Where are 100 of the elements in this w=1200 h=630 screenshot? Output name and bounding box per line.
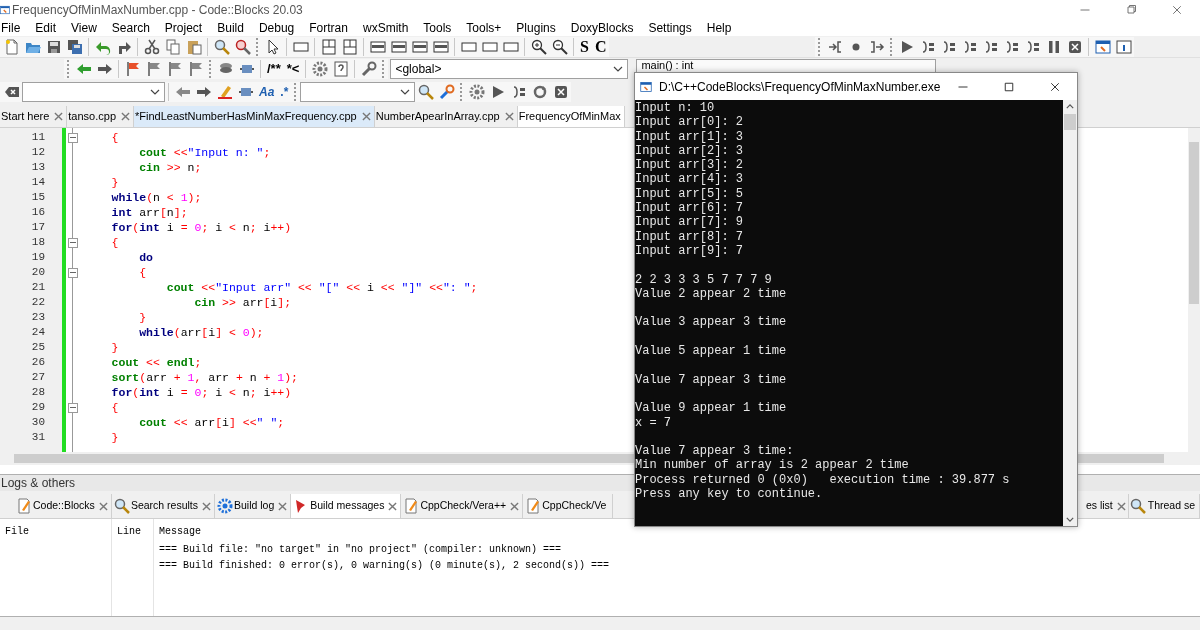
style-button[interactable]: C <box>591 36 610 57</box>
stop-icon[interactable] <box>1066 38 1083 55</box>
panel-icon[interactable] <box>390 38 407 55</box>
stop-icon[interactable] <box>552 84 569 100</box>
panel-icon[interactable] <box>369 38 386 55</box>
fold-toggle[interactable] <box>68 267 78 278</box>
match-case-button[interactable]: Aa <box>256 82 278 102</box>
symbol-dropdown[interactable] <box>300 82 416 102</box>
code-line: int arr[n]; <box>110 205 188 220</box>
bookmark-icon[interactable] <box>187 61 204 77</box>
wrench-icon[interactable] <box>360 61 377 77</box>
clear-icon[interactable] <box>3 84 20 100</box>
paste-icon[interactable] <box>185 38 202 55</box>
back-icon[interactable] <box>174 84 191 100</box>
menu-item[interactable]: Build <box>217 21 244 35</box>
save-all-icon[interactable] <box>66 38 83 55</box>
panel-tab[interactable]: Build log <box>215 494 292 518</box>
find-icon[interactable] <box>213 38 230 55</box>
fold-toggle[interactable] <box>68 237 78 248</box>
menu-item[interactable]: Settings <box>648 21 692 35</box>
code-line: do <box>138 250 153 265</box>
menu-item[interactable]: Help <box>706 21 732 35</box>
menu-item[interactable]: Search <box>111 21 150 35</box>
menu-item[interactable]: File <box>1 21 21 35</box>
bookmark-icon[interactable] <box>166 61 183 77</box>
panel-tab[interactable]: Search results <box>111 494 215 518</box>
line-number: 27 <box>30 370 46 385</box>
step-back-icon[interactable] <box>826 38 843 55</box>
panel-tab[interactable]: Build messages <box>291 494 402 518</box>
scroll-thumb[interactable] <box>1189 142 1199 304</box>
comment-button[interactable]: /** <box>264 59 284 79</box>
panel-icon[interactable] <box>432 38 449 55</box>
style-button[interactable]: S <box>577 36 592 57</box>
panel-tab[interactable]: Thread se <box>1128 494 1200 518</box>
zoom-out-icon[interactable] <box>551 38 568 55</box>
scope-dropdown[interactable]: <global> <box>390 59 629 79</box>
menu-item[interactable]: Edit <box>35 21 57 35</box>
menu-item[interactable]: Plugins <box>516 21 556 35</box>
help-icon[interactable] <box>332 61 349 77</box>
scrollbar[interactable] <box>1188 128 1200 452</box>
menu-item[interactable]: View <box>71 21 97 35</box>
window-title: D:\C++CodeBlocks\FrequencyOfMinMaxNumber.exe <box>659 78 941 96</box>
fold-toggle[interactable] <box>68 132 78 143</box>
menu-item[interactable]: Project <box>164 21 203 35</box>
zoom-in-icon[interactable] <box>530 38 547 55</box>
forward-icon[interactable] <box>195 84 212 100</box>
regex-button[interactable]: .* <box>277 82 292 102</box>
editor-tab[interactable]: Start here <box>0 106 68 127</box>
menu-item[interactable]: Fortran <box>309 21 348 35</box>
menu-item[interactable]: Tools <box>423 21 452 35</box>
info-icon[interactable] <box>1115 38 1132 55</box>
scrollbar[interactable] <box>1063 100 1077 526</box>
settings-icon[interactable] <box>468 84 485 100</box>
line-number: 28 <box>30 385 46 400</box>
settings-icon[interactable] <box>311 61 328 77</box>
step-forward-icon[interactable] <box>868 38 885 55</box>
highlight-icon[interactable] <box>216 84 233 100</box>
bookmark-icon[interactable] <box>124 61 141 77</box>
wrench-icon[interactable] <box>438 84 455 100</box>
editor-tab[interactable]: *FindLeastNumberHasMinMaxFrequency.cpp <box>134 106 375 127</box>
comment-button[interactable]: *< <box>283 59 303 79</box>
fold-toggle[interactable] <box>68 402 78 413</box>
console-line: Input arr[2]: 3 <box>635 143 744 159</box>
menu-item[interactable]: DoxyBlocks <box>570 21 634 35</box>
new-file-icon[interactable] <box>3 38 20 55</box>
cut-icon[interactable] <box>143 38 160 55</box>
editor-tab[interactable]: tanso.cpp <box>67 106 134 127</box>
save-icon[interactable] <box>45 38 62 55</box>
frame-icon[interactable] <box>320 38 337 55</box>
console-line: x = 7 <box>635 415 671 430</box>
editor-tab[interactable]: FrequencyOfMinMax <box>517 106 625 127</box>
code-line: } <box>110 340 119 355</box>
menu-item[interactable]: Tools+ <box>466 21 502 35</box>
build-message: === Build file: "no target" in "no project" (compiler: unknown) === <box>159 543 563 557</box>
code-line: } <box>110 430 119 445</box>
column-header[interactable]: Message <box>159 525 1200 539</box>
panel-tab[interactable]: es list <box>1084 494 1129 518</box>
console-line: Min number of array is 2 appear 2 time <box>635 458 909 473</box>
find-icon[interactable] <box>417 84 434 100</box>
maximize-icon[interactable] <box>1003 80 1016 93</box>
scroll-thumb[interactable] <box>1064 114 1076 130</box>
editor-tab[interactable]: NumberApearInArray.cpp <box>374 106 518 127</box>
back-icon[interactable] <box>75 61 92 77</box>
bookmark-icon[interactable] <box>145 61 162 77</box>
code-line: cout << endl; <box>110 355 202 370</box>
refresh-icon[interactable] <box>531 84 548 100</box>
menu-item[interactable]: Debug <box>258 21 295 35</box>
panel-icon[interactable] <box>411 38 428 55</box>
copy-icon[interactable] <box>164 38 181 55</box>
menu-item[interactable]: wxSmith <box>362 21 409 35</box>
replace-icon[interactable] <box>234 38 251 55</box>
window-icon[interactable] <box>1094 38 1111 55</box>
frame-icon[interactable] <box>341 38 358 55</box>
column-header[interactable]: File <box>5 525 111 539</box>
scroll-down-icon[interactable] <box>1066 517 1074 522</box>
forward-icon[interactable] <box>96 61 113 77</box>
scroll-up-icon[interactable] <box>1066 104 1074 109</box>
close-icon[interactable] <box>1049 80 1062 93</box>
column-header[interactable]: Line <box>117 525 153 539</box>
restore-icon[interactable] <box>1125 4 1137 16</box>
